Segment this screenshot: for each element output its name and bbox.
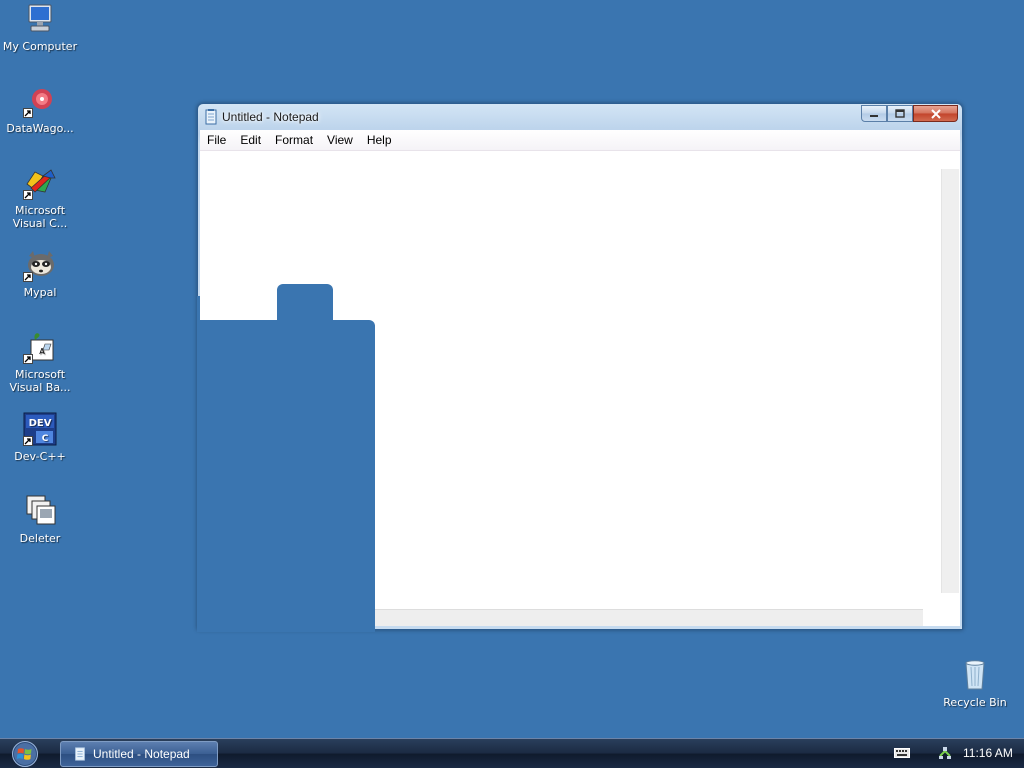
window-title: Untitled - Notepad: [222, 110, 319, 124]
start-button[interactable]: [8, 740, 42, 768]
desktop-icon-deleter[interactable]: Deleter: [0, 494, 80, 545]
desktop-icon-visual-c[interactable]: Microsoft Visual C...: [0, 166, 80, 230]
recycle-bin-icon: [958, 658, 992, 692]
mypal-icon: [23, 248, 57, 282]
notepad-icon: [75, 747, 85, 761]
desktop-icon-label: Microsoft Visual Ba...: [9, 368, 71, 394]
taskbar-button-notepad[interactable]: Untitled - Notepad: [60, 741, 218, 767]
desktop-icon-my-computer[interactable]: My Computer: [0, 2, 80, 53]
dev-cpp-icon: DEV C: [23, 412, 57, 446]
svg-text:DEV: DEV: [29, 418, 52, 429]
svg-text:C: C: [42, 434, 49, 444]
vertical-scrollbar[interactable]: [941, 169, 959, 593]
maximize-icon: [895, 109, 905, 118]
notepad-icon: [205, 109, 217, 125]
minimize-icon: [870, 114, 878, 117]
system-tray: 11:16 AM: [884, 739, 1024, 768]
shortcut-arrow-icon: [23, 108, 33, 118]
desktop-icon-mypal[interactable]: Mypal: [0, 248, 80, 299]
shortcut-arrow-icon: [23, 272, 33, 282]
menu-format[interactable]: Format: [268, 130, 320, 150]
horizontal-scrollbar[interactable]: [375, 609, 923, 627]
desktop-repaint-region: [197, 296, 200, 322]
caption-buttons: [861, 105, 958, 122]
window-bottom-frame: [374, 626, 962, 629]
taskbar: Untitled - Notepad 11:16 AM: [0, 738, 1024, 768]
desktop-icon-label: My Computer: [2, 40, 78, 53]
desktop-repaint-region: [197, 320, 375, 632]
desktop-icon-datawagon[interactable]: DataWago...: [0, 84, 80, 135]
desktop-icon-label: Mypal: [23, 286, 57, 299]
close-button[interactable]: [913, 105, 958, 122]
shortcut-arrow-icon: [23, 436, 33, 446]
maximize-button[interactable]: [887, 105, 913, 122]
shortcut-arrow-icon: [23, 190, 33, 200]
shortcut-arrow-icon: [23, 354, 33, 364]
desktop-icon-label: Microsoft Visual C...: [12, 204, 68, 230]
menu-view[interactable]: View: [320, 130, 360, 150]
datawagon-icon: [23, 84, 57, 118]
menu-file[interactable]: File: [200, 130, 233, 150]
menu-bar: File Edit Format View Help: [200, 130, 960, 151]
taskbar-button-label: Untitled - Notepad: [93, 747, 190, 761]
visual-c-icon: [23, 166, 57, 200]
desktop-icon-visual-basic[interactable]: A Microsoft Visual Ba...: [0, 330, 80, 394]
windows-logo-icon: [12, 741, 38, 767]
desktop-icon-label: Recycle Bin: [943, 696, 1007, 709]
computer-icon: [23, 2, 57, 36]
desktop-icon-dev-cpp[interactable]: DEV C Dev-C++: [0, 412, 80, 463]
desktop-icon-label: Dev-C++: [14, 450, 66, 463]
title-bar[interactable]: Untitled - Notepad: [198, 104, 962, 130]
desktop-icon-recycle-bin[interactable]: Recycle Bin: [935, 658, 1015, 709]
desktop-icon-label: DataWago...: [6, 122, 74, 135]
desktop-repaint-region: [277, 284, 333, 324]
menu-edit[interactable]: Edit: [233, 130, 268, 150]
keyboard-icon[interactable]: [894, 747, 910, 759]
taskbar-clock[interactable]: 11:16 AM: [963, 739, 1013, 768]
network-icon[interactable]: [938, 746, 952, 760]
visual-basic-icon: A: [23, 330, 57, 364]
close-icon: [930, 108, 941, 119]
menu-help[interactable]: Help: [360, 130, 399, 150]
desktop-icon-label: Deleter: [19, 532, 61, 545]
minimize-button[interactable]: [861, 105, 887, 122]
deleter-icon: [23, 494, 57, 528]
